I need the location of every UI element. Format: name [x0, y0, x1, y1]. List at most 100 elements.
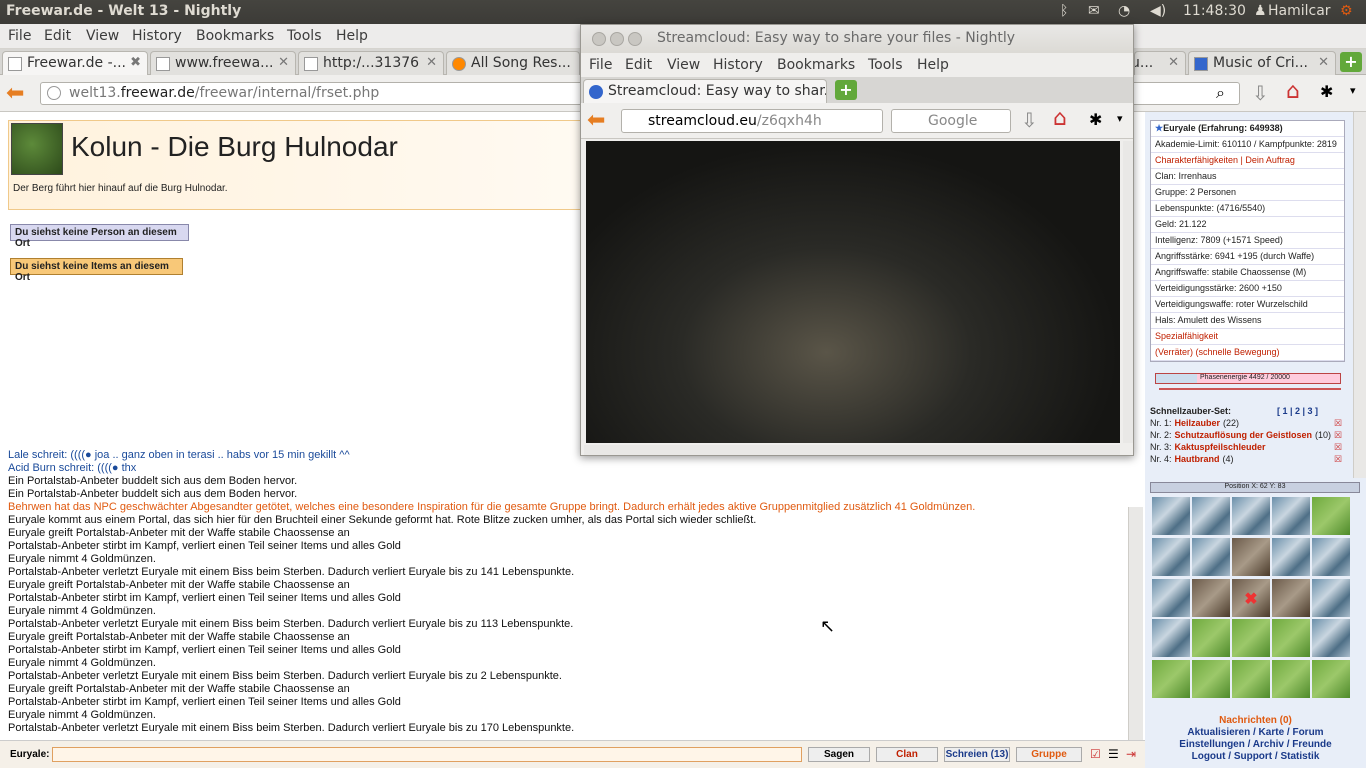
stream-vertical-scrollbar[interactable]: [1123, 141, 1133, 443]
arrow-icon[interactable]: ⇥: [1126, 747, 1136, 761]
menu-edit[interactable]: Edit: [44, 28, 71, 44]
stat-row[interactable]: Clan: Irrenhaus: [1151, 169, 1344, 185]
spell-row[interactable]: Nr. 2: Schutzauflösung der Geistlosen (10)…: [1150, 430, 1350, 442]
map-tile[interactable]: [1312, 537, 1350, 576]
search-icon[interactable]: ⌕: [1216, 83, 1225, 103]
remove-spell-icon[interactable]: ☒: [1334, 454, 1342, 465]
stream-menu-bookmarks[interactable]: Bookmarks: [777, 57, 855, 73]
new-tab-button[interactable]: +: [835, 80, 857, 100]
items-button[interactable]: Du siehst keine Items an diesem Ort: [10, 258, 183, 283]
map-tile[interactable]: [1272, 497, 1310, 535]
checkbox-icon[interactable]: ☑: [1090, 747, 1101, 761]
map-tile[interactable]: [1272, 660, 1310, 699]
map-tile[interactable]: [1152, 497, 1190, 535]
menu-file[interactable]: File: [8, 28, 31, 44]
volume-icon[interactable]: ◀): [1150, 3, 1166, 19]
wifi-icon[interactable]: ◔: [1118, 3, 1130, 19]
clan-button[interactable]: Clan: [876, 747, 938, 762]
spell-row[interactable]: Nr. 4: Hautbrand (4) ☒: [1150, 454, 1350, 466]
tab-freewar[interactable]: Freewar.de -... ✖: [2, 51, 148, 75]
stat-row[interactable]: Gruppe: 2 Personen: [1151, 185, 1344, 201]
spell-row[interactable]: Nr. 1: Heilzauber (22) ☒: [1150, 418, 1350, 430]
remove-spell-icon[interactable]: ☒: [1334, 430, 1342, 441]
map-tile[interactable]: [1192, 660, 1230, 699]
menu-bookmarks[interactable]: Bookmarks: [196, 28, 274, 44]
stream-menu-view[interactable]: View: [667, 57, 700, 73]
stream-menu-help[interactable]: Help: [917, 57, 949, 73]
power-icon[interactable]: ⚙: [1340, 3, 1353, 19]
stream-menu-history[interactable]: History: [713, 57, 763, 73]
addon-icon[interactable]: ✱: [1089, 110, 1102, 129]
chevron-down-icon[interactable]: ▾: [1350, 84, 1356, 97]
logout-links[interactable]: Logout / Support / Statistik: [1145, 751, 1366, 763]
back-icon[interactable]: ⬅: [587, 108, 605, 133]
spell-name[interactable]: Schutzauflösung der Geistlosen: [1175, 430, 1313, 440]
download-icon[interactable]: ⇩: [1021, 108, 1038, 132]
scrollbar[interactable]: [1128, 507, 1143, 747]
map-tile[interactable]: [1312, 660, 1350, 699]
map-tile[interactable]: [1152, 660, 1190, 699]
settings-links[interactable]: Einstellungen / Archiv / Freunde: [1145, 739, 1366, 751]
messages-link[interactable]: Nachrichten (0): [1145, 715, 1366, 727]
close-window-button[interactable]: [592, 32, 606, 46]
menu-help[interactable]: Help: [336, 28, 368, 44]
map-tile[interactable]: [1192, 619, 1230, 658]
tab-streamcloud[interactable]: Streamcloud: Easy way to shar...: [583, 79, 827, 103]
maximize-window-button[interactable]: [628, 32, 642, 46]
minimize-window-button[interactable]: [610, 32, 624, 46]
map-tile[interactable]: [1152, 578, 1190, 617]
remove-spell-icon[interactable]: ☒: [1334, 418, 1342, 429]
map-tile[interactable]: [1272, 578, 1310, 617]
download-icon[interactable]: ⇩: [1252, 81, 1269, 105]
stream-horizontal-scrollbar[interactable]: [584, 445, 1120, 455]
stream-search-box[interactable]: Google: [891, 109, 1011, 133]
stream-menu-edit[interactable]: Edit: [625, 57, 652, 73]
map-tile[interactable]: [1312, 619, 1350, 658]
stream-url-bar[interactable]: streamcloud.eu/z6qxh4h: [621, 109, 883, 133]
close-icon[interactable]: ✕: [1318, 55, 1329, 70]
addon-icon[interactable]: ✱: [1320, 82, 1333, 101]
close-icon[interactable]: ✖: [130, 55, 141, 70]
map-tile[interactable]: [1272, 619, 1310, 658]
side-scrollbar[interactable]: [1353, 112, 1366, 478]
map-tile[interactable]: [1192, 578, 1230, 617]
character-header[interactable]: ★Euryale (Erfahrung: 649938): [1151, 121, 1344, 137]
home-icon[interactable]: ⌂: [1053, 106, 1067, 131]
map-tile[interactable]: [1272, 537, 1310, 576]
menu-tools[interactable]: Tools: [287, 28, 322, 44]
new-tab-button[interactable]: +: [1340, 52, 1362, 72]
spell-name[interactable]: Kaktuspfeilschleuder: [1175, 442, 1266, 452]
tab-music[interactable]: Music of Cri... ✕: [1188, 51, 1336, 75]
persons-button[interactable]: Du siehst keine Person an diesem Ort: [10, 224, 189, 249]
spell-set-selector[interactable]: [ 1 | 2 | 3 ]: [1277, 406, 1318, 416]
refresh-links[interactable]: Aktualisieren / Karte / Forum: [1145, 727, 1366, 739]
spell-name[interactable]: Heilzauber: [1175, 418, 1221, 428]
tab-allsong[interactable]: All Song Res...: [446, 51, 580, 75]
spell-name[interactable]: Hautbrand: [1175, 454, 1220, 464]
map-tile[interactable]: [1312, 497, 1350, 535]
remove-spell-icon[interactable]: ☒: [1334, 442, 1342, 453]
gruppe-button[interactable]: Gruppe: [1016, 747, 1082, 762]
video-player[interactable]: [586, 141, 1120, 443]
stat-row[interactable]: Charakterfähigkeiten | Dein Auftrag: [1151, 153, 1344, 169]
user-name[interactable]: Hamilcar: [1268, 3, 1331, 19]
menu-view[interactable]: View: [86, 28, 119, 44]
map-tile[interactable]: [1232, 619, 1270, 658]
sagen-button[interactable]: Sagen: [808, 747, 870, 762]
tab-http[interactable]: http:/...31376 ✕: [298, 51, 444, 75]
close-icon[interactable]: ✕: [1168, 55, 1179, 70]
clock[interactable]: 11:48:30: [1183, 3, 1246, 19]
map-tile[interactable]: [1152, 537, 1190, 576]
stream-menu-file[interactable]: File: [589, 57, 612, 73]
chevron-down-icon[interactable]: ▾: [1117, 112, 1123, 125]
player-tile[interactable]: ✖: [1232, 578, 1270, 617]
stream-menu-tools[interactable]: Tools: [868, 57, 903, 73]
tab-partial[interactable]: u... ✕: [1134, 51, 1186, 75]
map-tile[interactable]: [1152, 619, 1190, 658]
close-icon[interactable]: ✕: [278, 55, 289, 70]
home-icon[interactable]: ⌂: [1286, 79, 1300, 104]
stat-row[interactable]: Spezialfähigkeit: [1151, 329, 1344, 345]
map-tile[interactable]: [1232, 537, 1270, 576]
menu-history[interactable]: History: [132, 28, 182, 44]
chat-input[interactable]: [52, 747, 802, 762]
